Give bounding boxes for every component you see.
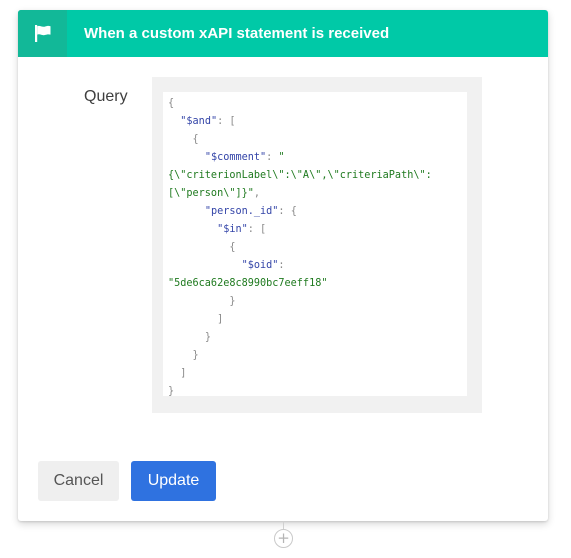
- add-step-button[interactable]: +: [274, 529, 293, 548]
- update-button[interactable]: Update: [131, 461, 216, 501]
- code-token: "$comment": [204, 152, 267, 163]
- code-line: "$and": [: [168, 116, 236, 127]
- code-token: }: [204, 332, 211, 343]
- code-line: "$comment": ": [168, 152, 285, 163]
- code-token: : [: [217, 116, 236, 127]
- code-line: ]: [168, 314, 223, 325]
- code-token: : {: [278, 206, 297, 217]
- code-token: ,: [253, 188, 261, 199]
- trigger-title: When a custom xAPI statement is received: [84, 25, 390, 42]
- code-line: }: [168, 296, 235, 307]
- code-line: [\"person\"]}",: [168, 188, 260, 199]
- code-token: :: [278, 260, 285, 271]
- plus-icon: +: [277, 529, 290, 547]
- code-line: "5de6ca62e8c8990bc7eeff18": [168, 278, 327, 289]
- code-token: : [: [247, 224, 267, 235]
- code-token: {: [229, 242, 236, 253]
- code-token: }: [229, 296, 236, 307]
- code-token: "$and": [180, 116, 218, 127]
- code-line: }: [168, 386, 174, 396]
- code-line: ]: [168, 368, 186, 379]
- code-line: }: [168, 350, 199, 361]
- code-token: ": [278, 152, 285, 163]
- query-code[interactable]: { "$and": [ { "$comment": " {\"criterion…: [163, 92, 467, 396]
- code-line: }: [168, 332, 211, 343]
- code-token: "person._id": [204, 206, 279, 217]
- code-token: "$in": [217, 224, 248, 235]
- code-line: {: [168, 134, 199, 145]
- query-label: Query: [84, 88, 128, 105]
- code-line: "$in": [: [168, 224, 266, 235]
- code-line: {\"criterionLabel\":\"A\",\"criteriaPath…: [168, 170, 432, 181]
- code-token: }: [168, 386, 175, 396]
- code-token: {: [192, 134, 199, 145]
- code-token: "$oid": [241, 260, 279, 271]
- cancel-button[interactable]: Cancel: [38, 461, 119, 501]
- query-editor[interactable]: { "$and": [ { "$comment": " {\"criterion…: [163, 92, 467, 396]
- code-token: :: [266, 152, 279, 163]
- code-token: }: [192, 350, 199, 361]
- code-line: "person._id": {: [168, 206, 297, 217]
- code-line: {: [168, 242, 235, 253]
- flag-icon: [35, 25, 51, 42]
- trigger-card: When a custom xAPI statement is received…: [18, 10, 548, 521]
- code-token: "5de6ca62e8c8990bc7eeff18": [168, 278, 328, 289]
- code-line: {: [168, 98, 174, 109]
- trigger-header[interactable]: When a custom xAPI statement is received: [18, 10, 548, 57]
- code-line: "$oid":: [168, 260, 285, 271]
- code-token: {: [168, 98, 175, 109]
- code-token: ]: [180, 368, 187, 379]
- code-token: ]: [217, 314, 224, 325]
- code-token: [\"person\"]}": [168, 188, 254, 199]
- trigger-icon-box: [18, 10, 67, 57]
- code-token: {\"criterionLabel\":\"A\",\"criteriaPath…: [168, 170, 432, 181]
